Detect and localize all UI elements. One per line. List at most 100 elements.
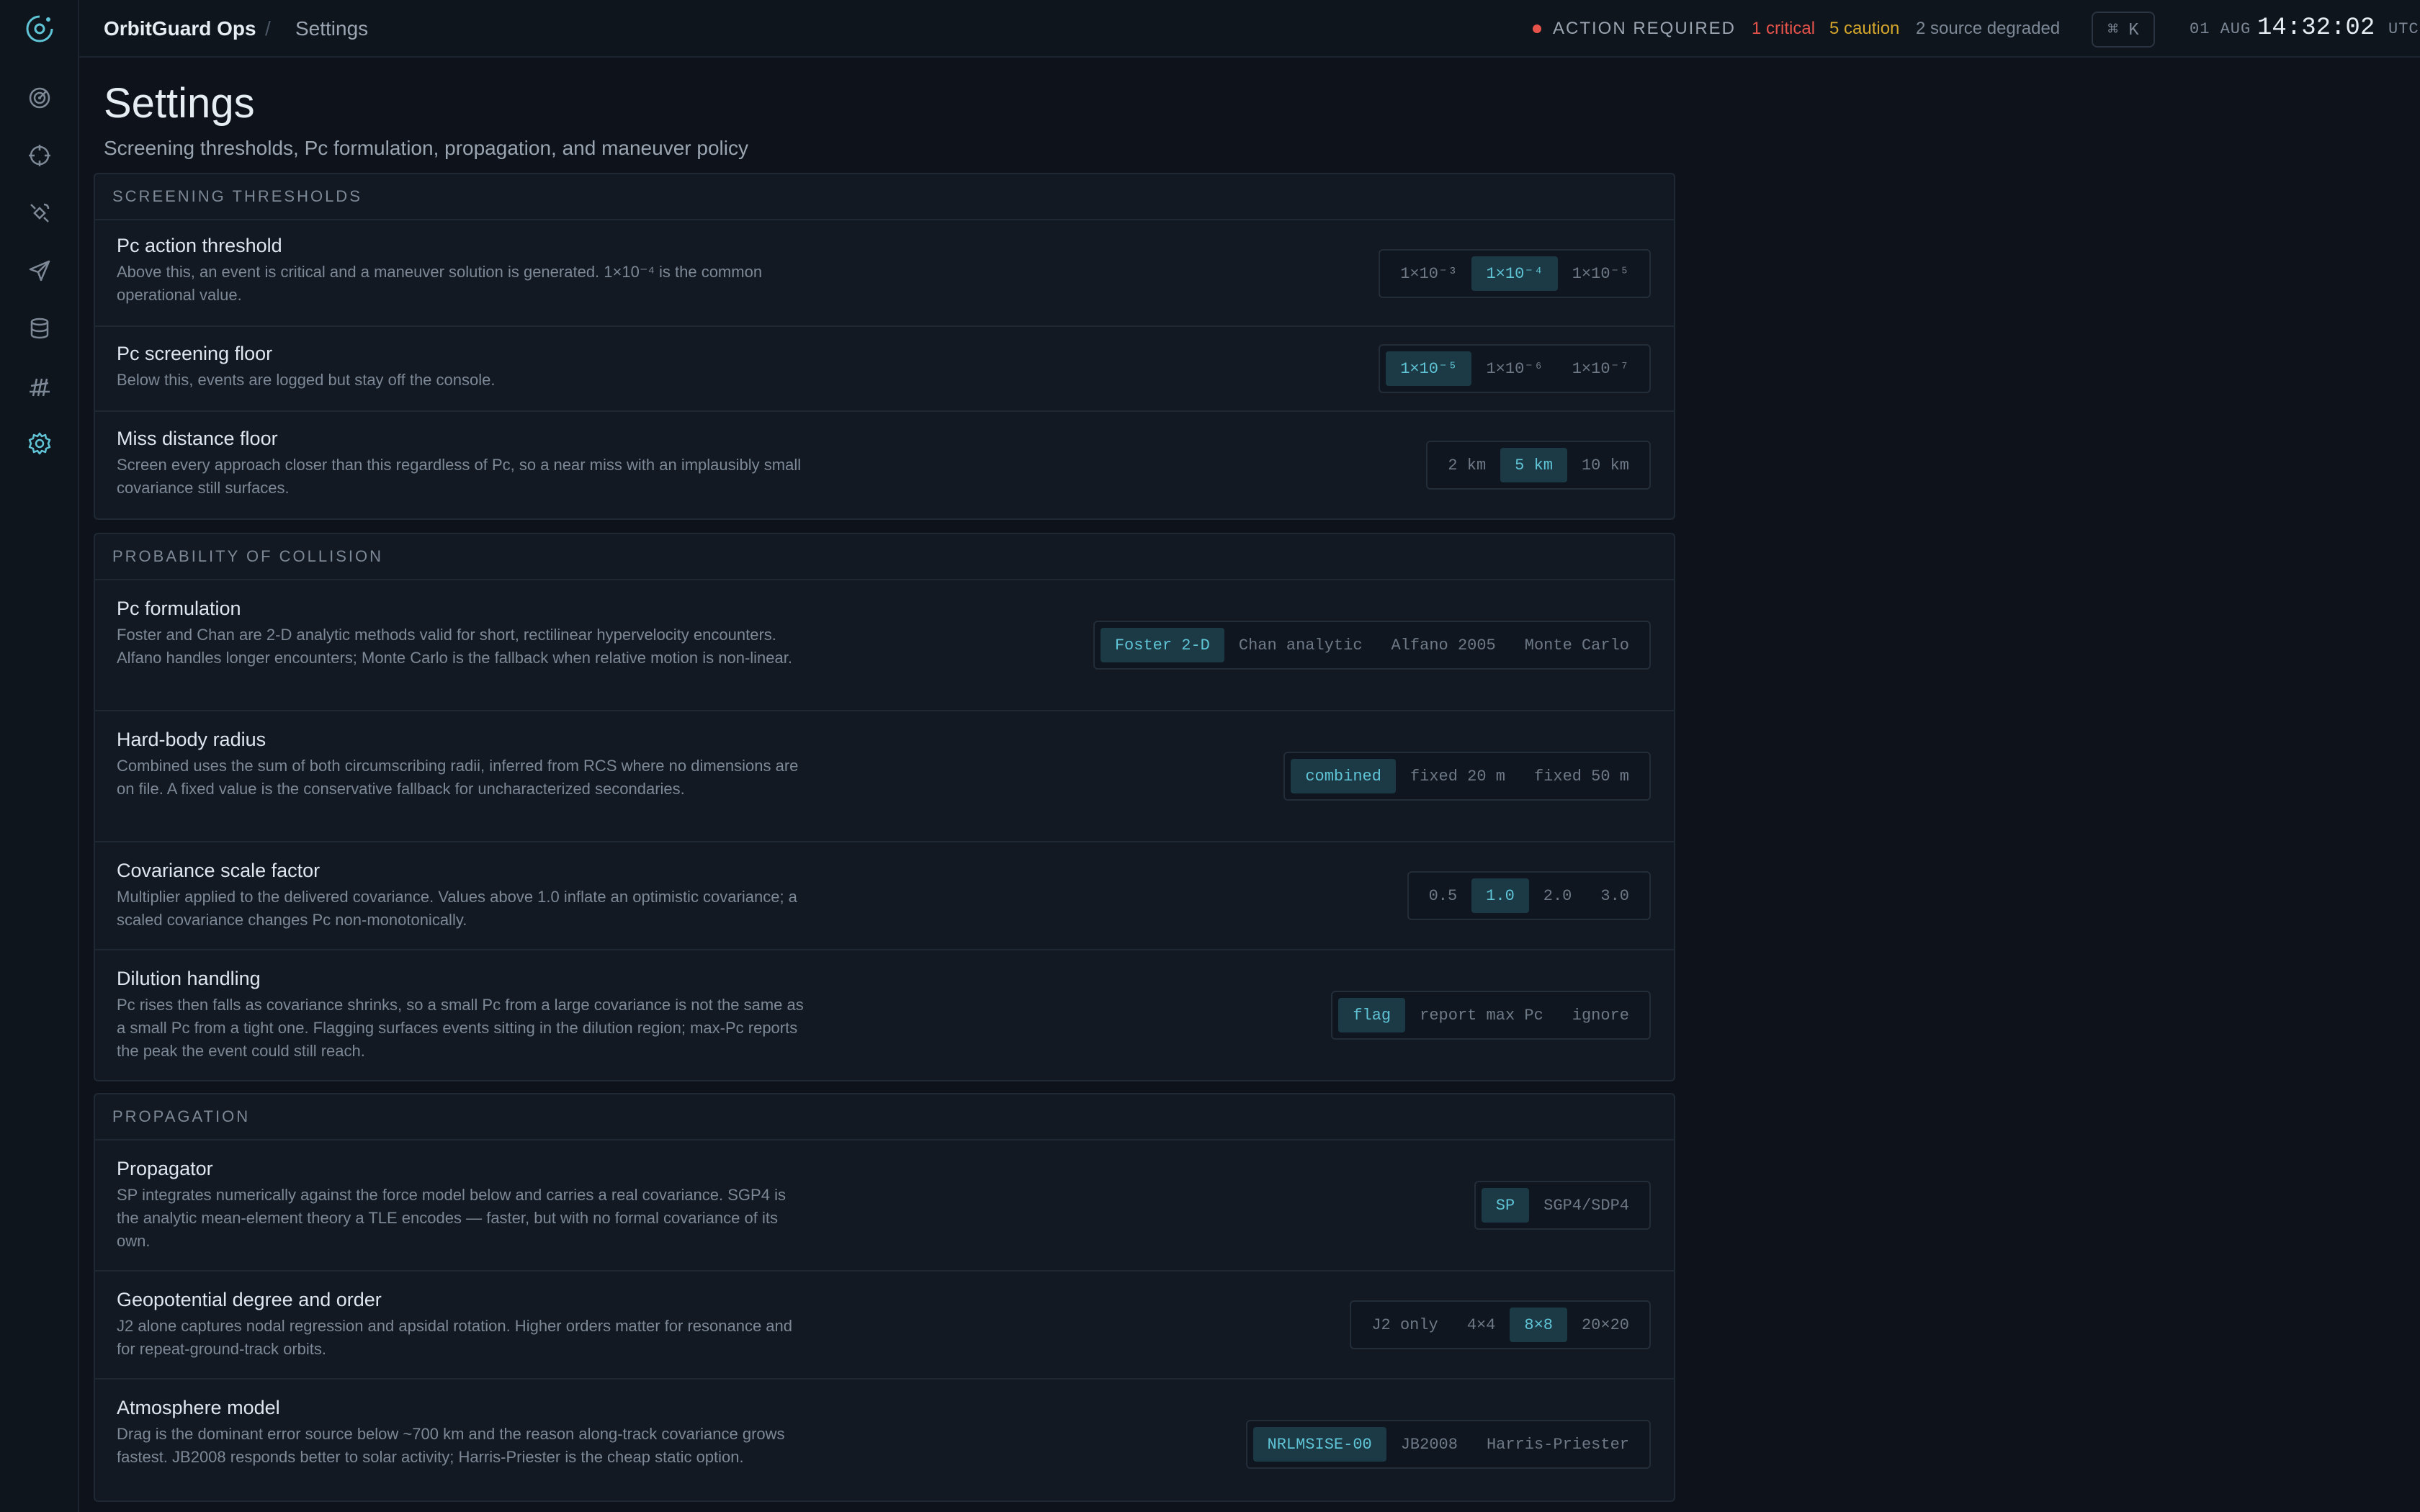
setting-title: Covariance scale factor [117,860,321,881]
section-propagation: PROPAGATION Propagator SP integrates num… [94,1093,1675,1502]
sidebar-item-maneuvers[interactable] [21,252,58,289]
orbit-logo-icon[interactable] [24,13,55,45]
segmented-control: flag report max Pc ignore [1331,991,1651,1040]
app-brand[interactable]: OrbitGuard Ops [104,17,256,40]
segmented-control: J2 only 4×4 8×8 20×20 [1350,1300,1651,1349]
database-icon [30,318,49,339]
section-probability-of-collision: PROBABILITY OF COLLISION Pc formulation … [94,533,1675,1081]
setting-row: Propagator SP integrates numerically aga… [95,1140,1674,1272]
segmented-control: 2 km 5 km 10 km [1426,441,1651,490]
segment-option[interactable]: 2 km [1433,448,1500,482]
segment-option[interactable]: 1×10⁻³ [1386,256,1471,291]
clock-readout: 14:32:02 [2257,14,2375,42]
breadcrumb: Settings [295,17,369,40]
setting-row: Pc formulation Foster and Chan are 2-D a… [95,580,1674,711]
segment-option[interactable]: ignore [1558,998,1644,1032]
segment-option[interactable]: 2.0 [1529,878,1587,913]
section-title: PROPAGATION [95,1094,1674,1140]
segment-option[interactable]: J2 only [1357,1308,1452,1342]
sidebar-item-targeting[interactable] [21,137,58,174]
breadcrumb-separator: / [265,17,271,40]
setting-title: Miss distance floor [117,428,278,449]
segmented-control: 0.5 1.0 2.0 3.0 [1407,871,1651,920]
segment-option[interactable]: fixed 20 m [1396,759,1520,793]
segment-option[interactable]: Alfano 2005 [1377,628,1510,662]
segment-option[interactable]: JB2008 [1386,1427,1472,1462]
setting-description: Below this, events are logged but stay o… [117,371,496,389]
segmented-control: SP SGP4/SDP4 [1474,1181,1651,1230]
segment-option-selected[interactable]: 1×10⁻⁴ [1471,256,1558,291]
top-bar: OrbitGuard Ops / Settings ACTION REQUIRE… [79,0,2420,58]
setting-description: J2 alone captures nodal regression and a… [117,1317,792,1358]
caution-count[interactable]: 5 caution [1829,19,1899,39]
segment-option[interactable]: 20×20 [1567,1308,1644,1342]
setting-title: Dilution handling [117,968,261,989]
setting-row: Covariance scale factor Multiplier appli… [95,842,1674,950]
setting-description: Combined uses the sum of both circumscri… [117,757,799,798]
radar-icon [29,87,50,109]
timezone-label: UTC [2388,20,2419,38]
setting-description: Pc rises then falls as covariance shrink… [117,996,804,1060]
critical-count[interactable]: 1 critical [1752,19,1815,39]
segment-option-selected[interactable]: flag [1338,998,1406,1032]
setting-row: Dilution handling Pc rises then falls as… [95,950,1674,1080]
command-palette-button[interactable]: ⌘ K [2092,12,2155,48]
degraded-sources[interactable]: 2 source degraded [1916,19,2060,39]
segment-option[interactable]: 3.0 [1586,878,1644,913]
alert-status-dot-icon [1533,24,1541,33]
segment-option[interactable]: 1×10⁻⁶ [1471,351,1557,386]
segment-option-selected[interactable]: NRLMSISE-00 [1252,1427,1386,1462]
segment-option-selected[interactable]: SP [1481,1188,1530,1223]
setting-row: Miss distance floor Screen every approac… [95,412,1674,518]
setting-row: Hard-body radius Combined uses the sum o… [95,711,1674,842]
segment-option[interactable]: Harris-Priester [1472,1427,1644,1462]
setting-description: SP integrates numerically against the fo… [117,1186,786,1250]
sidebar-item-satellites[interactable] [21,194,58,232]
sidebar [0,0,79,1512]
setting-description: Foster and Chan are 2-D analytic methods… [117,626,792,667]
setting-description: Screen every approach closer than this r… [117,456,802,497]
segment-option-selected[interactable]: Foster 2-D [1100,628,1224,662]
segmented-control: NRLMSISE-00 JB2008 Harris-Priester [1245,1420,1651,1469]
segment-option[interactable]: 0.5 [1415,878,1472,913]
gear-icon [28,432,51,455]
segment-option[interactable]: 1×10⁻⁵ [1558,256,1644,291]
page-subtitle: Screening thresholds, Pc formulation, pr… [104,137,748,159]
segment-option[interactable]: fixed 50 m [1520,759,1644,793]
segment-option-selected[interactable]: 8×8 [1510,1308,1567,1342]
setting-description: Multiplier applied to the delivered cova… [117,888,797,929]
segment-option-selected[interactable]: 5 km [1500,448,1567,482]
section-title: SCREENING THRESHOLDS [95,174,1674,220]
send-icon [29,260,50,282]
segment-option[interactable]: 4×4 [1453,1308,1510,1342]
setting-row: Pc screening floor Below this, events ar… [95,327,1674,412]
crosshair-icon [29,145,50,166]
segment-option[interactable]: Chan analytic [1224,628,1377,662]
sidebar-item-catalog[interactable] [21,310,58,347]
setting-title: Pc screening floor [117,343,273,364]
alert-status-label: ACTION REQUIRED [1553,19,1736,38]
setting-title: Pc formulation [117,598,241,619]
segment-option[interactable]: Monte Carlo [1510,628,1644,662]
segmented-control: Foster 2-D Chan analytic Alfano 2005 Mon… [1093,621,1651,670]
segmented-control: 1×10⁻³ 1×10⁻⁴ 1×10⁻⁵ [1379,249,1651,298]
setting-title: Geopotential degree and order [117,1289,382,1310]
sidebar-item-sensors[interactable] [21,367,58,405]
sidebar-item-settings[interactable] [21,425,58,462]
segment-option[interactable]: 1×10⁻⁷ [1558,351,1644,386]
segment-option-selected[interactable]: 1×10⁻⁵ [1386,351,1472,386]
page-title: Settings [104,80,255,127]
setting-title: Propagator [117,1158,213,1179]
segment-option[interactable]: report max Pc [1405,998,1558,1032]
setting-description: Drag is the dominant error source below … [117,1425,785,1466]
setting-title: Atmosphere model [117,1397,280,1418]
setting-row: Pc action threshold Above this, an event… [95,220,1674,327]
segment-option-selected[interactable]: 1.0 [1471,878,1529,913]
section-title: PROBABILITY OF COLLISION [95,534,1674,580]
segment-option[interactable]: SGP4/SDP4 [1529,1188,1644,1223]
sidebar-item-radar[interactable] [21,79,58,117]
segment-option-selected[interactable]: combined [1291,759,1396,793]
setting-row: Atmosphere model Drag is the dominant er… [95,1380,1674,1500]
segment-option[interactable]: 10 km [1567,448,1644,482]
segmented-control: combined fixed 20 m fixed 50 m [1283,752,1651,801]
